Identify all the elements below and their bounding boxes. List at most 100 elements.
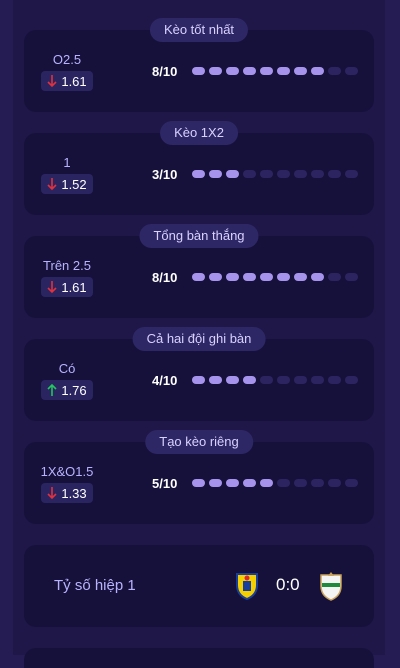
rating-dot-empty <box>260 170 273 178</box>
rating-dot-filled <box>192 273 205 281</box>
card-label: Kèo tốt nhất <box>149 18 249 42</box>
card-label: Tạo kèo riêng <box>145 430 253 454</box>
rating-dot-empty <box>328 273 341 281</box>
selection: O2.5 1.61 <box>38 52 96 93</box>
rating-dot-empty <box>345 376 358 384</box>
selection: 1 1.52 <box>38 155 96 196</box>
odds-badge[interactable]: 1.61 <box>41 71 93 91</box>
selection-name: O2.5 <box>52 52 82 67</box>
rating-dot-filled <box>294 67 307 75</box>
elche-crest-icon <box>320 572 342 601</box>
arrow-down-icon <box>47 178 57 191</box>
halftime-score: 0:0 <box>276 575 300 594</box>
rating-dot-filled <box>243 479 256 487</box>
rating-dot-empty <box>311 376 324 384</box>
rating-dot-filled <box>260 273 273 281</box>
tip-card-1x2[interactable]: Kèo 1X2 1 1.52 3/10 <box>24 121 374 215</box>
page: Kèo tốt nhất O2.5 1.61 8/10 Kèo 1X2 1 1.… <box>0 0 400 668</box>
odds-value: 1.61 <box>61 279 87 295</box>
rating-dot-empty <box>328 67 341 75</box>
card-label: Kèo 1X2 <box>160 121 238 145</box>
halftime-label: Tỷ số hiệp 1 <box>54 577 136 594</box>
rating-dot-empty <box>345 479 358 487</box>
rating-dot-empty <box>311 170 324 178</box>
rating-dot-filled <box>209 479 222 487</box>
rating-dot-empty <box>345 273 358 281</box>
rating-dot-filled <box>209 67 222 75</box>
rating-dot-filled <box>192 479 205 487</box>
card-label: Tổng bàn thắng <box>139 224 259 248</box>
rating-dot-empty <box>328 376 341 384</box>
rating-dot-empty <box>277 170 290 178</box>
rating-dot-filled <box>311 273 324 281</box>
rating-text: 4/10 <box>152 373 178 388</box>
arrow-down-icon <box>47 487 57 500</box>
selection: 1X&O1.5 1.33 <box>38 464 96 505</box>
villarreal-crest-icon <box>236 573 258 601</box>
odds-badge[interactable]: 1.52 <box>41 174 93 194</box>
selection-name: 1X&O1.5 <box>40 464 94 479</box>
rating-dot-filled <box>209 170 222 178</box>
halftime-score-card[interactable]: Tỷ số hiệp 1 0:0 <box>24 545 374 627</box>
odds-value: 1.76 <box>61 382 87 398</box>
tip-card-custom-bet[interactable]: Tạo kèo riêng 1X&O1.5 1.33 5/10 <box>24 430 374 524</box>
tip-card-total-goals[interactable]: Tổng bàn thắng Trên 2.5 1.61 8/10 <box>24 224 374 318</box>
rating-dot-empty <box>277 376 290 384</box>
rating-dot-empty <box>328 479 341 487</box>
rating-dot-filled <box>209 376 222 384</box>
rating-dot-filled <box>226 67 239 75</box>
rating-dot-filled <box>243 376 256 384</box>
rating-dot-filled <box>226 170 239 178</box>
rating-dot-empty <box>294 479 307 487</box>
rating-dot-empty <box>294 376 307 384</box>
arrow-up-icon <box>47 383 57 396</box>
rating-dot-filled <box>192 67 205 75</box>
tip-card-both-teams-score[interactable]: Cả hai đội ghi bàn Có 1.76 4/10 <box>24 327 374 421</box>
selection: Trên 2.5 1.61 <box>38 258 96 299</box>
rating-dot-filled <box>226 376 239 384</box>
rating-dots <box>192 67 358 75</box>
selection-name: Trên 2.5 <box>43 258 91 273</box>
rating-dot-filled <box>311 67 324 75</box>
arrow-down-icon <box>47 75 57 88</box>
odds-badge[interactable]: 1.61 <box>41 277 93 297</box>
rating-dot-filled <box>243 67 256 75</box>
rating-dot-empty <box>294 170 307 178</box>
rating-dots <box>192 479 358 487</box>
rating-dot-empty <box>311 479 324 487</box>
rating-dot-empty <box>345 170 358 178</box>
rating-dot-empty <box>243 170 256 178</box>
card-label: Cả hai đội ghi bàn <box>132 327 266 351</box>
selection-name: 1 <box>63 155 71 170</box>
rating-dot-filled <box>192 376 205 384</box>
next-card <box>24 648 374 668</box>
rating-dot-filled <box>260 479 273 487</box>
odds-value: 1.52 <box>61 176 87 192</box>
rating-dot-empty <box>328 170 341 178</box>
rating-dot-filled <box>226 479 239 487</box>
arrow-down-icon <box>47 281 57 294</box>
rating-dot-filled <box>277 67 290 75</box>
rating-dots <box>192 170 358 178</box>
rating-dots <box>192 376 358 384</box>
rating-dot-filled <box>226 273 239 281</box>
tip-card-best[interactable]: Kèo tốt nhất O2.5 1.61 8/10 <box>24 18 374 112</box>
rating-dot-filled <box>294 273 307 281</box>
rating-text: 5/10 <box>152 476 178 491</box>
rating-dot-filled <box>260 67 273 75</box>
rating-dot-filled <box>209 273 222 281</box>
rating-text: 8/10 <box>152 64 178 79</box>
selection-name: Có <box>58 361 76 376</box>
rating-text: 8/10 <box>152 270 178 285</box>
rating-dot-filled <box>243 273 256 281</box>
rating-dot-empty <box>260 376 273 384</box>
rating-text: 3/10 <box>152 167 178 182</box>
rating-dot-empty <box>277 479 290 487</box>
odds-value: 1.33 <box>61 485 87 501</box>
rating-dots <box>192 273 358 281</box>
odds-badge[interactable]: 1.76 <box>41 380 93 400</box>
rating-dot-filled <box>192 170 205 178</box>
odds-badge[interactable]: 1.33 <box>41 483 93 503</box>
rating-dot-filled <box>277 273 290 281</box>
rating-dot-empty <box>345 67 358 75</box>
